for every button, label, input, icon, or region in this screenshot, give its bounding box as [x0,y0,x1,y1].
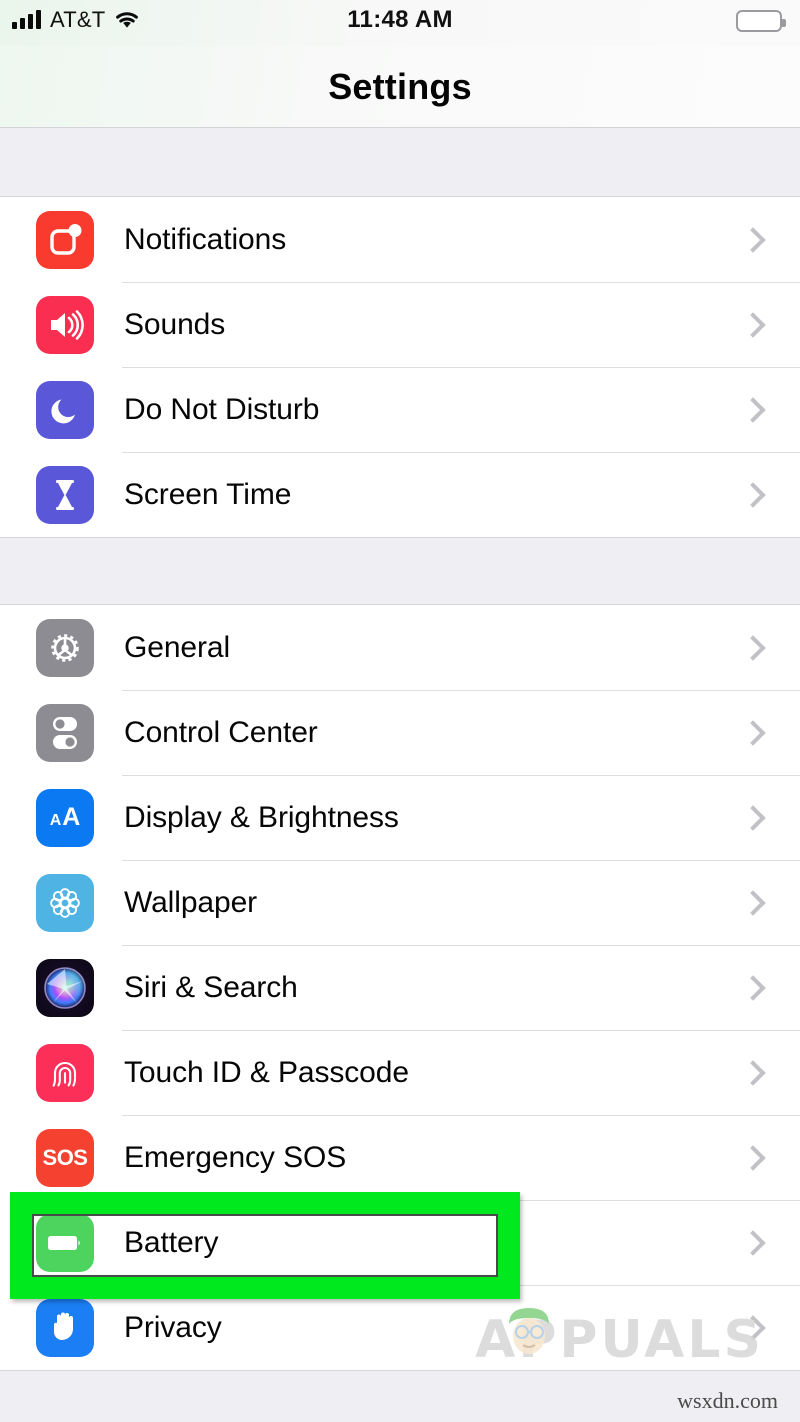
touch-id-icon [36,1043,94,1102]
settings-group-1: Notifications Sounds Do Not Disturb Scre… [0,197,800,537]
status-bar-clock: 11:48 AM [347,6,453,33]
settings-row-label: Display & Brightness [124,800,399,834]
highlight-annotation-battery [10,1192,520,1299]
settings-row-label: Privacy [124,1310,222,1344]
display-small-a: A [49,812,62,829]
sounds-icon [36,295,94,354]
settings-row-label: Screen Time [124,477,292,511]
status-bar: AT&T 11:48 AM [0,0,800,46]
wallpaper-icon [36,873,94,932]
settings-row-control-center[interactable]: Control Center [0,690,800,775]
chevron-right-icon [740,311,766,338]
chevron-right-icon [740,481,766,508]
settings-row-siri-search[interactable]: Siri & Search [0,945,800,1030]
privacy-hand-icon [36,1298,94,1357]
chevron-right-icon [740,634,766,661]
chevron-right-icon [740,396,766,423]
settings-row-label: Siri & Search [124,970,298,1004]
settings-row-label: Sounds [124,307,226,341]
settings-row-notifications[interactable]: Notifications [0,197,800,282]
navigation-bar: Settings [0,46,800,128]
control-center-icon [36,703,94,762]
settings-row-display-brightness[interactable]: AA Display & Brightness [0,775,800,860]
settings-row-label: Wallpaper [124,885,258,919]
page-title: Settings [328,65,472,107]
settings-row-touch-id-passcode[interactable]: Touch ID & Passcode [0,1030,800,1115]
settings-row-label: General [124,630,231,664]
source-watermark: wsxdn.com [677,1388,778,1413]
settings-row-label: Do Not Disturb [124,392,320,426]
settings-row-screen-time[interactable]: Screen Time [0,452,800,537]
section-gap-middle [0,537,800,605]
chevron-right-icon [740,1314,766,1341]
settings-row-label: Touch ID & Passcode [124,1055,409,1089]
settings-row-do-not-disturb[interactable]: Do Not Disturb [0,367,800,452]
display-big-a: A [62,803,81,831]
settings-row-label: Notifications [124,222,287,256]
highlight-annotation-inner-border [32,1214,498,1277]
settings-row-wallpaper[interactable]: Wallpaper [0,860,800,945]
chevron-right-icon [740,889,766,916]
sos-label: SOS [42,1144,88,1170]
chevron-right-icon [740,1229,766,1256]
settings-row-label: Emergency SOS [124,1140,347,1174]
chevron-right-icon [740,804,766,831]
iphone-settings-screen: AT&T 11:48 AM Settings Notifications Sou… [0,0,800,1422]
settings-row-emergency-sos[interactable]: SOS Emergency SOS [0,1115,800,1200]
screen-time-icon [36,465,94,524]
chevron-right-icon [740,974,766,1001]
settings-row-label: Control Center [124,715,318,749]
chevron-right-icon [740,1144,766,1171]
emergency-sos-icon: SOS [36,1128,94,1187]
general-gear-icon [36,618,94,677]
siri-icon [36,958,94,1017]
chevron-right-icon [740,226,766,253]
settings-row-sounds[interactable]: Sounds [0,282,800,367]
display-brightness-icon: AA [36,788,94,847]
settings-row-general[interactable]: General [0,605,800,690]
notifications-icon [36,210,94,269]
chevron-right-icon [740,719,766,746]
battery-low-icon [736,10,786,32]
status-bar-right [736,10,786,32]
chevron-right-icon [740,1059,766,1086]
section-gap-top [0,128,800,197]
do-not-disturb-icon [36,380,94,439]
